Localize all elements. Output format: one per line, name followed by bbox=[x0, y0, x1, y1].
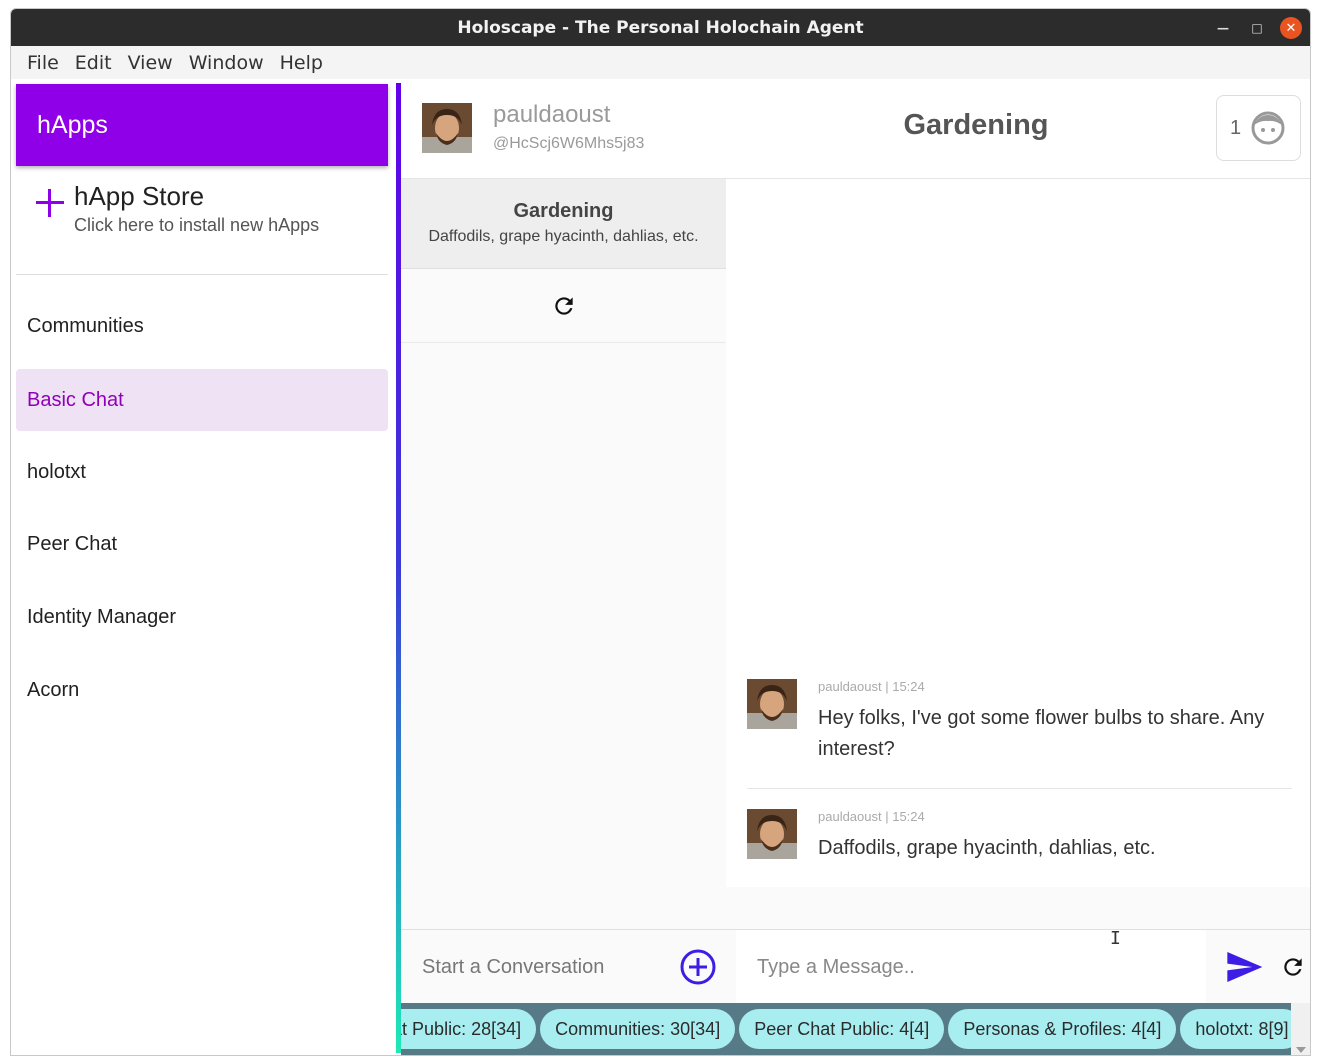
plus-icon bbox=[32, 185, 68, 221]
conversation-subtitle: Daffodils, grape hyacinth, dahlias, etc. bbox=[428, 228, 699, 245]
profile-header: pauldaoust @HcScj6W6Mhs5j83 bbox=[401, 79, 726, 179]
minimize-icon[interactable]: — bbox=[1212, 17, 1234, 39]
refresh-icon bbox=[554, 296, 573, 315]
conversation-title: Gardening bbox=[513, 200, 614, 222]
menu-window[interactable]: Window bbox=[181, 52, 272, 74]
menu-edit[interactable]: Edit bbox=[67, 52, 120, 74]
input-row bbox=[401, 929, 1310, 1004]
status-chip[interactable]: Personas & Profiles: 4[4] bbox=[948, 1009, 1177, 1049]
status-chip[interactable]: holotxt: 8[9] bbox=[1180, 1009, 1291, 1049]
message-text: Hey folks, I've got some flower bulbs to… bbox=[818, 707, 1265, 760]
members-button[interactable]: 1 bbox=[1216, 95, 1301, 161]
window-controls: — □ ✕ bbox=[1212, 17, 1302, 39]
maximize-icon[interactable]: □ bbox=[1246, 17, 1268, 39]
add-circle-icon[interactable] bbox=[679, 948, 717, 986]
sidebar-item-basic-chat[interactable]: Basic Chat bbox=[16, 369, 388, 431]
face-icon bbox=[1251, 111, 1285, 145]
close-icon[interactable]: ✕ bbox=[1280, 17, 1302, 39]
message-input[interactable] bbox=[736, 930, 1206, 1004]
status-chip[interactable]: Communities: 30[34] bbox=[540, 1009, 736, 1049]
menu-bar: File Edit View Window Help bbox=[11, 46, 1310, 79]
profile-name: pauldaoust bbox=[493, 101, 611, 128]
status-chips: Basic Chat Public: 28[34] Communities: 3… bbox=[401, 1009, 1291, 1049]
sidebar-divider bbox=[16, 274, 388, 275]
chat-pane: Gardening 1 pauldaoust | 15:24 Hey folks… bbox=[726, 79, 1310, 1003]
happs-sidebar: hApps hApp Store Click here to install n… bbox=[11, 79, 395, 1055]
member-count: 1 bbox=[1230, 116, 1242, 139]
menu-help[interactable]: Help bbox=[272, 52, 331, 74]
send-icon[interactable] bbox=[1224, 947, 1264, 987]
status-chip[interactable]: Basic Chat Public: 28[34] bbox=[401, 1009, 537, 1049]
sidebar-item-identity-manager[interactable]: Identity Manager bbox=[16, 586, 388, 648]
status-bar: Basic Chat Public: 28[34] Communities: 3… bbox=[401, 1003, 1291, 1055]
title-bar: Holoscape - The Personal Holochain Agent… bbox=[11, 9, 1310, 46]
app-content: hApps hApp Store Click here to install n… bbox=[11, 79, 1310, 1055]
avatar bbox=[747, 679, 797, 729]
sidebar-item-holotxt[interactable]: holotxt bbox=[16, 441, 388, 503]
sidebar-item-peer-chat[interactable]: Peer Chat bbox=[16, 513, 388, 575]
avatar bbox=[747, 809, 797, 859]
message-list: pauldaoust | 15:24 Hey folks, I've got s… bbox=[726, 179, 1310, 887]
app-window: Holoscape - The Personal Holochain Agent… bbox=[10, 8, 1311, 1056]
happ-store-button[interactable]: hApp Store Click here to install new hAp… bbox=[16, 179, 388, 269]
chat-title: Gardening bbox=[903, 109, 1049, 141]
refresh-conversations-button[interactable] bbox=[401, 269, 726, 343]
window-title: Holoscape - The Personal Holochain Agent bbox=[457, 17, 864, 38]
happ-store-subtitle: Click here to install new hApps bbox=[74, 215, 320, 235]
profile-handle: @HcScj6W6Mhs5j83 bbox=[493, 135, 645, 152]
message-text: Daffodils, grape hyacinth, dahlias, etc. bbox=[818, 837, 1156, 859]
refresh-icon[interactable] bbox=[1280, 954, 1306, 980]
menu-file[interactable]: File bbox=[19, 52, 67, 74]
status-chip[interactable]: Peer Chat Public: 4[4] bbox=[739, 1009, 945, 1049]
conversations-pane: pauldaoust @HcScj6W6Mhs5j83 Gardening Da… bbox=[401, 79, 726, 1003]
happ-store-title: hApp Store bbox=[74, 181, 205, 211]
start-conversation-input[interactable] bbox=[401, 930, 671, 1004]
message-divider bbox=[747, 788, 1292, 789]
message-meta: pauldaoust | 15:24 bbox=[818, 679, 925, 694]
conversation-item[interactable]: Gardening Daffodils, grape hyacinth, dah… bbox=[401, 179, 726, 269]
happs-header: hApps bbox=[16, 84, 388, 166]
avatar bbox=[422, 103, 472, 153]
scroll-down-icon[interactable] bbox=[1296, 1047, 1306, 1053]
chat-header: Gardening 1 bbox=[726, 79, 1310, 179]
status-scrollbar[interactable] bbox=[1291, 1003, 1310, 1055]
menu-view[interactable]: View bbox=[120, 52, 181, 74]
sidebar-item-communities[interactable]: Communities bbox=[16, 295, 388, 357]
text-cursor-icon: I bbox=[1110, 928, 1121, 949]
message-meta: pauldaoust | 15:24 bbox=[818, 809, 925, 824]
sidebar-item-acorn[interactable]: Acorn bbox=[16, 659, 388, 721]
